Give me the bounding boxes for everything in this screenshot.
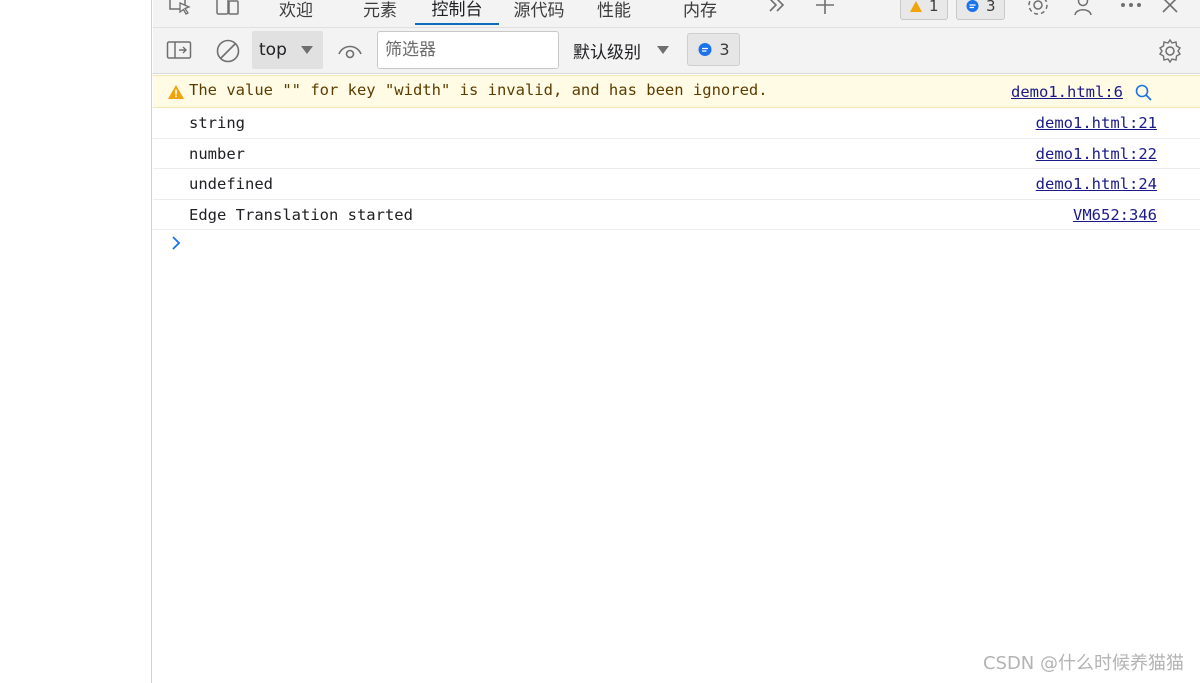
message-icon [966, 0, 979, 12]
messages-count-badge[interactable]: 3 [956, 0, 1005, 20]
message-icon [698, 42, 712, 56]
page-viewport [0, 0, 152, 683]
messages-count: 3 [986, 0, 996, 15]
warnings-count-badge[interactable]: 1 [900, 0, 948, 20]
tab-memory[interactable]: 内存 [665, 0, 735, 25]
context-value: top [259, 40, 287, 60]
chevron-down-icon [301, 46, 313, 54]
message-count: 3 [719, 40, 730, 59]
tab-elements[interactable]: 元素 [345, 0, 415, 25]
console-messages: The value "" for key "width" is invalid,… [153, 75, 1200, 230]
settings-gear-icon[interactable] [1025, 0, 1051, 18]
console-log-message: string demo1.html:21 [153, 108, 1200, 139]
devtools-panel: 欢迎 元素 控制台 源代码 性能 内存 1 3 top 筛选器 默认级别 3 T… [153, 0, 1200, 683]
tab-sources[interactable]: 源代码 [503, 0, 575, 25]
device-emulation-icon[interactable] [214, 0, 240, 18]
console-warning-message: The value "" for key "width" is invalid,… [153, 75, 1200, 108]
feedback-person-icon[interactable] [1072, 0, 1098, 18]
filter-input[interactable] [377, 31, 559, 69]
console-log-message: number demo1.html:22 [153, 139, 1200, 169]
messages-filter-badge[interactable]: 3 [687, 33, 740, 66]
tab-performance[interactable]: 性能 [579, 0, 649, 25]
log-source-link[interactable]: demo1.html:24 [1036, 175, 1157, 193]
console-log-message: Edge Translation started VM652:346 [153, 200, 1200, 230]
warning-source-link[interactable]: demo1.html:6 [1011, 83, 1123, 101]
log-levels-select[interactable]: 默认级别 [573, 31, 671, 69]
log-levels-label: 默认级别 [573, 42, 641, 63]
log-source-link[interactable]: demo1.html:22 [1036, 145, 1157, 163]
watermark: CSDN @什么时候养猫猫 [982, 653, 1184, 674]
console-log-message: undefined demo1.html:24 [153, 169, 1200, 200]
log-source-link[interactable]: VM652:346 [1073, 206, 1157, 224]
log-text: number [189, 144, 245, 163]
tab-console[interactable]: 控制台 [415, 0, 499, 25]
log-text: Edge Translation started [189, 205, 413, 224]
chevron-down-icon [657, 46, 669, 54]
inspect-element-icon[interactable] [167, 0, 193, 18]
clear-console-icon[interactable] [215, 38, 241, 64]
more-options-icon[interactable] [1118, 0, 1144, 18]
warning-text: The value "" for key "width" is invalid,… [189, 81, 768, 99]
add-tab-plus-icon[interactable] [812, 0, 838, 18]
tab-welcome[interactable]: 欢迎 [261, 0, 331, 25]
log-text: undefined [189, 175, 273, 193]
live-expression-eye-icon[interactable] [336, 39, 364, 63]
context-select[interactable]: top [252, 31, 323, 69]
console-toolbar: top 默认级别 3 [153, 28, 1200, 74]
more-tabs-chevron-icon[interactable] [764, 0, 790, 18]
toggle-sidebar-icon[interactable] [165, 38, 193, 62]
devtools-tab-bar: 欢迎 元素 控制台 源代码 性能 内存 1 3 [153, 0, 1200, 28]
search-icon[interactable] [1134, 83, 1154, 103]
warning-icon [168, 85, 184, 99]
console-prompt-chevron-icon[interactable] [167, 231, 187, 255]
warnings-count: 1 [929, 0, 939, 15]
log-text: string [189, 114, 245, 132]
console-settings-gear-icon[interactable] [1156, 37, 1184, 65]
close-devtools-icon[interactable] [1157, 0, 1183, 18]
warning-icon [910, 0, 922, 12]
log-source-link[interactable]: demo1.html:21 [1036, 114, 1157, 132]
